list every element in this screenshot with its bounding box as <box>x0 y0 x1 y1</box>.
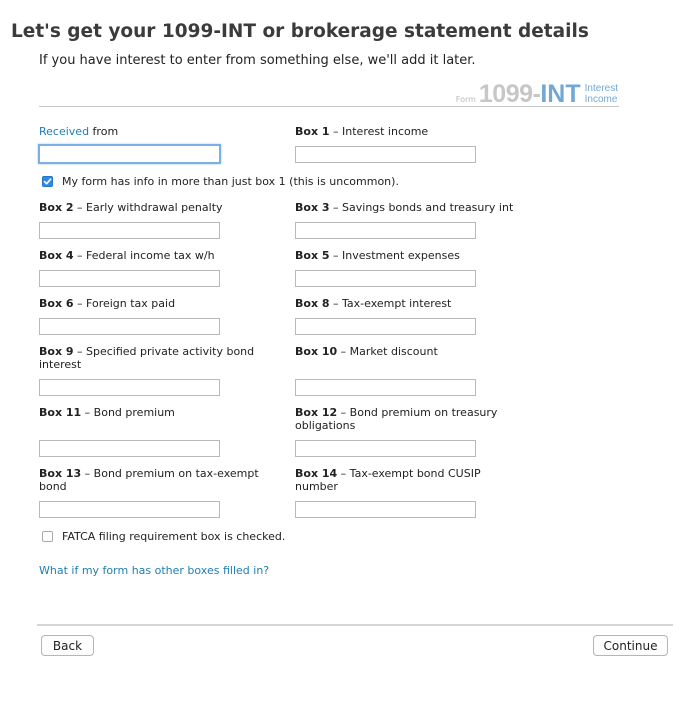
fatca-row[interactable]: FATCA filing requirement box is checked. <box>42 530 285 543</box>
form-type: INT <box>540 80 581 108</box>
box9-input[interactable] <box>39 379 220 396</box>
box9-number: Box 9 <box>39 345 74 358</box>
other-boxes-link[interactable]: What if my form has other boxes filled i… <box>39 564 269 577</box>
box9-label: Box 9 – Specified private activity bond … <box>39 345 259 371</box>
fatca-label: FATCA filing requirement box is checked. <box>62 530 286 543</box>
box3-number: Box 3 <box>295 201 330 214</box>
form-description-line1: Interest <box>584 83 618 94</box>
box12-number: Box 12 <box>295 406 338 419</box>
box12-label: Box 12 – Bond premium on treasury obliga… <box>295 406 510 432</box>
box3-text: – Savings bonds and treasury int <box>329 201 514 214</box>
form-number: 1099- <box>478 80 541 108</box>
box14-label: Box 14 – Tax-exempt bond CUSIP number <box>295 467 495 493</box>
box3-input[interactable] <box>295 222 476 239</box>
box10-number: Box 10 <box>295 345 338 358</box>
box14-number: Box 14 <box>295 467 338 480</box>
footer-divider <box>37 624 673 626</box>
box10-label: Box 10 – Market discount <box>295 345 438 358</box>
box13-input[interactable] <box>39 501 220 518</box>
box2-number: Box 2 <box>39 201 74 214</box>
more-than-box1-label: My form has info in more than just box 1… <box>62 175 399 188</box>
box11-input[interactable] <box>39 440 220 457</box>
box5-input[interactable] <box>295 270 476 287</box>
header-divider <box>39 106 619 107</box>
box11-text: – Bond premium <box>81 406 175 419</box>
box2-input[interactable] <box>39 222 220 239</box>
received-from-label: Received from <box>39 125 118 138</box>
box6-text: – Foreign tax paid <box>73 297 176 310</box>
box4-number: Box 4 <box>39 249 74 262</box>
box11-label: Box 11 – Bond premium <box>39 406 175 419</box>
box1-input[interactable] <box>295 146 476 163</box>
box6-number: Box 6 <box>39 297 74 310</box>
page-subtitle: If you have interest to enter from somet… <box>39 53 476 68</box>
checkmark-icon <box>43 178 52 185</box>
box8-text: – Tax-exempt interest <box>329 297 452 310</box>
received-link[interactable]: Received <box>39 125 89 138</box>
box12-input[interactable] <box>295 440 476 457</box>
box3-label: Box 3 – Savings bonds and treasury int <box>295 201 513 214</box>
form-word: Form <box>455 95 476 104</box>
back-button[interactable]: Back <box>41 635 94 656</box>
box6-label: Box 6 – Foreign tax paid <box>39 297 175 310</box>
received-from-input[interactable] <box>38 144 221 164</box>
box1-label: Box 1 – Interest income <box>295 125 428 138</box>
more-than-box1-row[interactable]: My form has info in more than just box 1… <box>42 175 399 188</box>
box8-input[interactable] <box>295 318 476 335</box>
form-1099-int-logo: Form 1099- INT Interest Income <box>456 81 618 107</box>
received-from-rest: from <box>89 125 119 138</box>
continue-button[interactable]: Continue <box>593 635 668 656</box>
box10-input[interactable] <box>295 379 476 396</box>
box4-input[interactable] <box>39 270 220 287</box>
box4-label: Box 4 – Federal income tax w/h <box>39 249 215 262</box>
box2-label: Box 2 – Early withdrawal penalty <box>39 201 223 214</box>
box13-number: Box 13 <box>39 467 82 480</box>
box2-text: – Early withdrawal penalty <box>73 201 223 214</box>
box8-label: Box 8 – Tax-exempt interest <box>295 297 451 310</box>
box5-number: Box 5 <box>295 249 330 262</box>
page-title: Let's get your 1099-INT or brokerage sta… <box>11 21 589 42</box>
box14-input[interactable] <box>295 501 476 518</box>
box11-number: Box 11 <box>39 406 82 419</box>
box13-label: Box 13 – Bond premium on tax-exempt bond <box>39 467 269 493</box>
box10-text: – Market discount <box>337 345 438 358</box>
form-description: Interest Income <box>585 83 618 105</box>
form-description-line2: Income <box>584 94 618 105</box>
more-than-box1-checkbox[interactable] <box>42 176 53 187</box>
box5-label: Box 5 – Investment expenses <box>295 249 460 262</box>
box4-text: – Federal income tax w/h <box>73 249 215 262</box>
box1-text: – Interest income <box>329 125 429 138</box>
box6-input[interactable] <box>39 318 220 335</box>
box5-text: – Investment expenses <box>329 249 460 262</box>
box1-number: Box 1 <box>295 125 330 138</box>
box8-number: Box 8 <box>295 297 330 310</box>
fatca-checkbox[interactable] <box>42 531 53 542</box>
